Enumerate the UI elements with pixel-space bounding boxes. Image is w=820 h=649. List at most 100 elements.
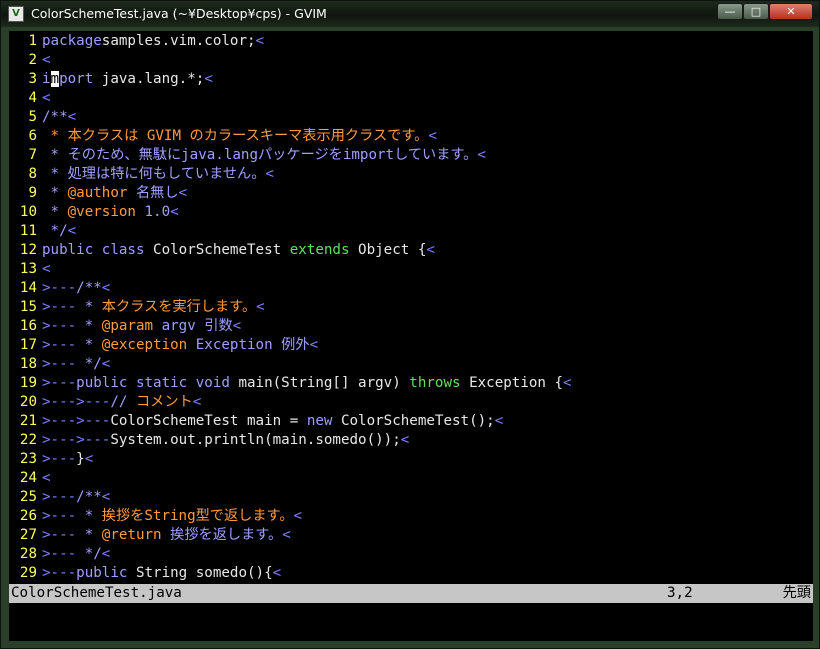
code-line[interactable]: 14 >---/**<	[9, 279, 813, 298]
code-token: >---	[42, 356, 77, 372]
gvim-icon[interactable]: V	[8, 6, 24, 22]
code-line[interactable]: 15 >--- * 本クラスを実行します。<	[9, 298, 813, 317]
code-line[interactable]: 26 >--- * 挨拶をString型で返します。<	[9, 507, 813, 526]
code-text: <	[37, 89, 51, 108]
gvim-window: V ColorSchemeTest.java (~¥Desktop¥cps) -…	[0, 0, 820, 649]
line-number: 2	[28, 52, 37, 68]
minimize-button[interactable]: —	[717, 3, 743, 20]
line-number: 1	[28, 33, 37, 49]
code-text: >--- * 本クラスを実行します。<	[37, 298, 265, 317]
code-token: @author	[67, 185, 128, 201]
code-line[interactable]: 13 <	[9, 260, 813, 279]
code-token: <	[67, 109, 77, 125]
code-token: main(String[] argv)	[229, 375, 410, 391]
code-token: Exception {	[460, 375, 564, 391]
code-token: >---	[42, 337, 77, 353]
code-token: /**	[42, 109, 68, 125]
code-token: 挨拶をString型で返します。	[101, 508, 294, 524]
code-text: >--->---// コメント<	[37, 393, 201, 412]
code-token: i	[42, 71, 51, 87]
code-line[interactable]: 19 >---public static void main(String[] a…	[9, 374, 813, 393]
code-text: */<	[37, 222, 77, 241]
code-token: java.lang.*;	[93, 71, 205, 87]
window-title: ColorSchemeTest.java (~¥Desktop¥cps) - G…	[31, 6, 327, 21]
code-line[interactable]: 27 >--- * @return 挨拶を返します。<	[9, 526, 813, 545]
line-number: 24	[19, 470, 37, 486]
code-token: extends	[289, 242, 350, 258]
status-filename: ColorSchemeTest.java	[11, 585, 182, 601]
code-token: * 処理は特に何もしていません。	[42, 166, 266, 182]
code-token: *	[76, 299, 102, 315]
code-token: <	[309, 337, 319, 353]
code-line[interactable]: 4 <	[9, 89, 813, 108]
code-line[interactable]: 2 <	[9, 51, 813, 70]
command-line[interactable]	[9, 603, 813, 641]
code-token: */	[42, 223, 68, 239]
code-line[interactable]: 20 >--->---// コメント<	[9, 393, 813, 412]
code-token: }	[76, 451, 85, 467]
code-token: >---	[42, 546, 77, 562]
code-token: *	[42, 185, 68, 201]
code-line[interactable]: 24 <	[9, 469, 813, 488]
code-line[interactable]: 25 >---/**<	[9, 488, 813, 507]
code-token: *	[76, 337, 102, 353]
code-token: >---	[42, 565, 77, 581]
code-token: <	[101, 546, 111, 562]
code-line[interactable]: 7 * そのため、無駄にjava.langパッケージをimportしています。<	[9, 146, 813, 165]
code-token: samples.vim.color;	[101, 33, 256, 49]
line-number: 8	[28, 166, 37, 182]
code-line[interactable]: 11 */<	[9, 222, 813, 241]
code-line[interactable]: 1 packagesamples.vim.color;<	[9, 32, 813, 51]
code-line[interactable]: 16 >--- * @param argv 引数<	[9, 317, 813, 336]
code-line[interactable]: 18 >--- */<	[9, 355, 813, 374]
line-number: 26	[19, 508, 37, 524]
code-token: <	[192, 394, 202, 410]
line-number: 11	[19, 223, 37, 239]
code-token: *	[76, 508, 102, 524]
code-token: *	[76, 527, 102, 543]
code-token: <	[494, 413, 504, 429]
maximize-button[interactable]: □	[743, 3, 769, 20]
code-line[interactable]: 17 >--- * @exception Exception 例外<	[9, 336, 813, 355]
code-text: /**<	[37, 108, 76, 127]
code-text: import java.lang.*;<	[37, 70, 213, 89]
line-number: 17	[19, 337, 37, 353]
code-token: <	[101, 356, 111, 372]
code-token: >---	[42, 508, 77, 524]
code-token: >---	[42, 451, 77, 467]
scroll-position: 先頭	[782, 585, 811, 601]
code-line[interactable]: 9 * @author 名無し<	[9, 184, 813, 203]
code-line[interactable]: 28 >--- */<	[9, 545, 813, 564]
code-line[interactable]: 21 >--->---ColorSchemeTest main = new Col…	[9, 412, 813, 431]
code-token: <	[256, 299, 265, 315]
code-text: public class ColorSchemeTest extends Obj…	[37, 241, 435, 260]
line-number: 15	[19, 299, 37, 315]
line-number: 22	[19, 432, 37, 448]
title-bar[interactable]: V ColorSchemeTest.java (~¥Desktop¥cps) -…	[1, 1, 819, 27]
editor-text-area[interactable]: 1 packagesamples.vim.color;< 2 <3 import jav…	[9, 31, 813, 584]
code-text: >--- */<	[37, 545, 110, 564]
line-number: 3	[28, 71, 37, 87]
code-token: >---	[42, 527, 77, 543]
code-token: 挨拶を返します。	[161, 527, 283, 543]
code-token: System.out.println(main.somedo());	[110, 432, 401, 448]
code-token: >---	[42, 489, 77, 505]
code-token: >---	[42, 375, 77, 391]
close-button[interactable]: ✕	[769, 3, 813, 20]
code-line[interactable]: 5/**<	[9, 108, 813, 127]
code-line[interactable]: 6 * 本クラスは GVIM のカラースキーマ表示用クラスです。<	[9, 127, 813, 146]
code-line[interactable]: 3 import java.lang.*;<	[9, 70, 813, 89]
code-line[interactable]: 10 * @version 1.0<	[9, 203, 813, 222]
line-number: 16	[19, 318, 37, 334]
code-text: >--->---System.out.println(main.somedo()…	[37, 431, 409, 450]
code-token: <	[282, 527, 291, 543]
code-line[interactable]: 29 >---public String somedo(){<	[9, 564, 813, 583]
code-token: <	[232, 318, 242, 334]
code-line[interactable]: 12 public class ColorSchemeTest extends O…	[9, 241, 813, 260]
line-number: 29	[19, 565, 37, 581]
code-line[interactable]: 22 >--->---System.out.println(main.somedo…	[9, 431, 813, 450]
code-token: @version	[67, 204, 136, 220]
line-number: 28	[19, 546, 37, 562]
code-line[interactable]: 8 * 処理は特に何もしていません。<	[9, 165, 813, 184]
code-line[interactable]: 23 >---}<	[9, 450, 813, 469]
